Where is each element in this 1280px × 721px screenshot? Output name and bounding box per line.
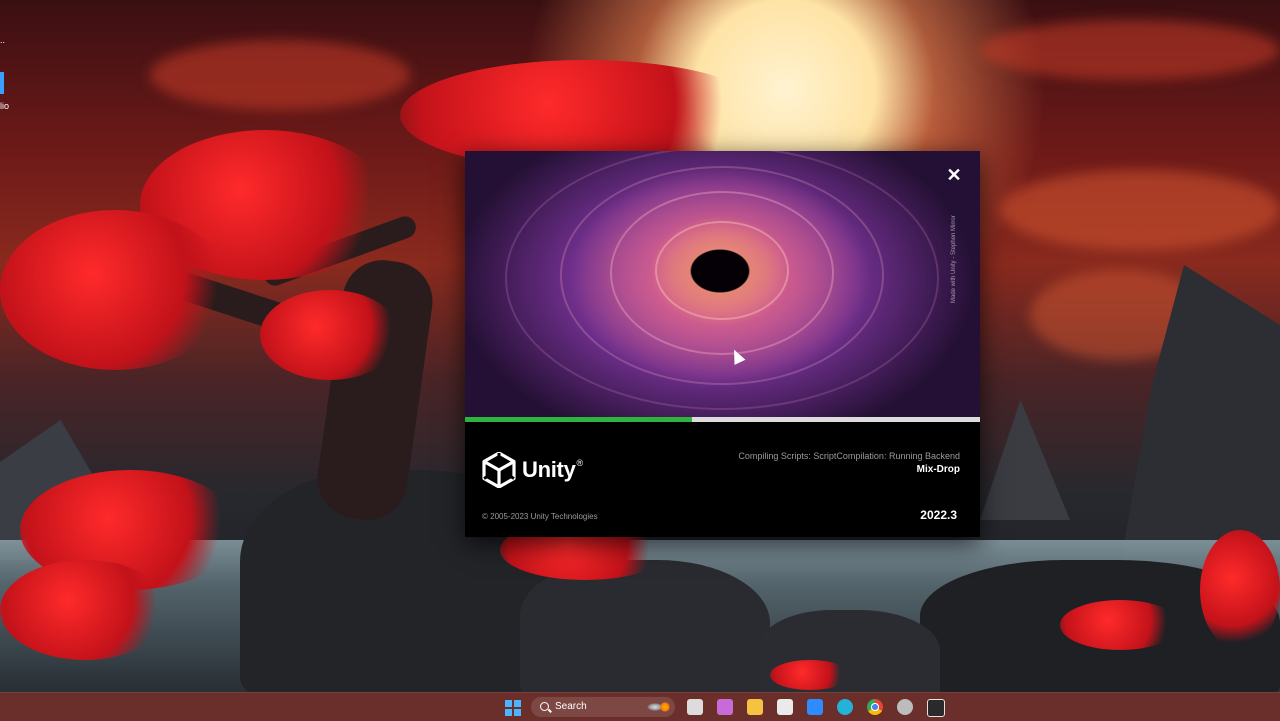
taskbar-search-box[interactable]: Search	[531, 697, 675, 717]
registered-mark: ®	[576, 458, 584, 468]
rock	[520, 560, 770, 692]
unity-splash-window: Made with Unity - Stephen Mirror ✕ Unity…	[465, 151, 980, 537]
compile-status-text: Compiling Scripts: ScriptCompilation: Ru…	[738, 451, 960, 461]
tree-foliage	[1200, 530, 1280, 650]
cloud	[980, 20, 1280, 80]
desktop-app-icon[interactable]	[0, 72, 4, 94]
cloud	[1000, 170, 1280, 250]
task-view-icon[interactable]	[687, 699, 703, 715]
tree-foliage	[0, 210, 230, 370]
unity-logo: Unity ®	[482, 452, 583, 488]
tree-foliage	[260, 290, 400, 380]
close-button[interactable]: ✕	[945, 166, 963, 184]
cloud	[150, 40, 410, 110]
search-label: Search	[555, 701, 587, 712]
copilot-icon[interactable]	[717, 699, 733, 715]
windows-logo-icon-part	[514, 709, 521, 716]
edge-icon[interactable]	[837, 699, 853, 715]
desktop-icon-label[interactable]: lio	[0, 101, 10, 112]
microsoft-store-icon[interactable]	[777, 699, 793, 715]
taskbar: Search	[0, 692, 1280, 721]
loading-progress-bar	[465, 417, 980, 422]
file-explorer-icon[interactable]	[747, 699, 763, 715]
mountain	[980, 400, 1070, 520]
start-button[interactable]	[505, 700, 521, 716]
chrome-icon[interactable]	[867, 699, 883, 715]
unity-version: 2022.3	[920, 508, 957, 522]
tree-foliage	[770, 660, 850, 690]
mail-icon[interactable]	[807, 699, 823, 715]
unity-editor-icon[interactable]	[927, 699, 945, 717]
unity-hub-icon[interactable]	[897, 699, 913, 715]
tree-foliage	[1060, 600, 1180, 650]
windows-logo-icon	[505, 700, 512, 707]
windows-logo-icon-part	[505, 709, 512, 716]
desktop-icon-label[interactable]: ..	[0, 35, 10, 46]
search-highlight-icon	[647, 700, 671, 714]
unity-wordmark: Unity	[522, 457, 576, 482]
art-ring	[655, 221, 789, 320]
tree-foliage	[0, 560, 170, 660]
copyright-text: © 2005-2023 Unity Technologies	[482, 512, 598, 521]
search-icon	[540, 702, 549, 711]
project-name: Mix-Drop	[916, 464, 960, 475]
unity-cube-icon	[482, 452, 516, 488]
loading-progress-fill	[465, 417, 692, 422]
splash-artwork: Made with Unity - Stephen Mirror	[465, 151, 980, 417]
windows-logo-icon-part	[514, 700, 521, 707]
